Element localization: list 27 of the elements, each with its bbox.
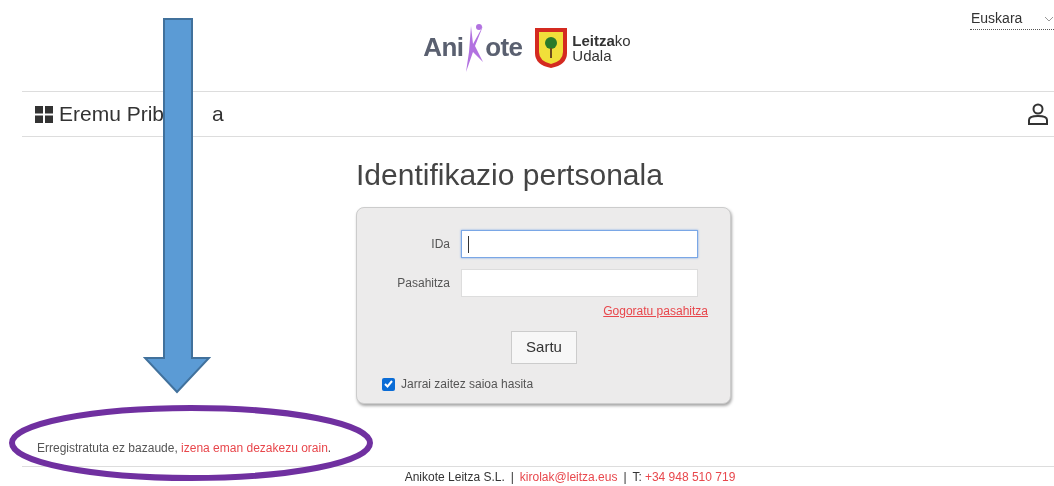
email-link[interactable]: kirolak@leitza.eus xyxy=(519,470,618,485)
coat-of-arms-icon xyxy=(534,26,569,69)
register-link[interactable]: izena eman dezakezu orain xyxy=(181,441,328,455)
text-cursor xyxy=(468,235,469,253)
register-message: Erregistratuta ez bazaude, izena eman dezakezu orain. xyxy=(37,440,332,457)
field-label: IDa xyxy=(430,236,451,253)
remember-checkbox[interactable] xyxy=(382,377,395,391)
council-name: Leitzako xyxy=(572,32,631,48)
separator: | xyxy=(623,470,627,485)
section-title: Eremu Prib xyxy=(59,101,165,128)
forgot-password-link[interactable]: Gogoratu pasahitza xyxy=(603,302,708,320)
phone-label: T: xyxy=(632,470,642,485)
submit-button[interactable]: Sartu xyxy=(511,331,577,364)
company-name: Anikote Leitza S.L. xyxy=(404,470,505,485)
remember-label: Jarrai zaitez saioa hasita xyxy=(401,376,534,393)
section-title: a xyxy=(212,101,224,128)
phone-link[interactable]: +34 948 510 719 xyxy=(644,470,736,485)
chevron-icon xyxy=(1044,15,1054,22)
text-field[interactable] xyxy=(461,230,698,258)
council-subtitle: Udala xyxy=(572,47,613,63)
field-label: Pasahitza xyxy=(396,275,451,292)
grid-icon xyxy=(35,105,53,123)
page-heading: Identifikazio pertsonala xyxy=(356,157,664,193)
anikote-logo: Ani ote xyxy=(423,21,523,74)
user-icon[interactable] xyxy=(1028,103,1048,125)
language-select[interactable]: Euskara xyxy=(970,8,1054,30)
separator: | xyxy=(510,470,514,485)
